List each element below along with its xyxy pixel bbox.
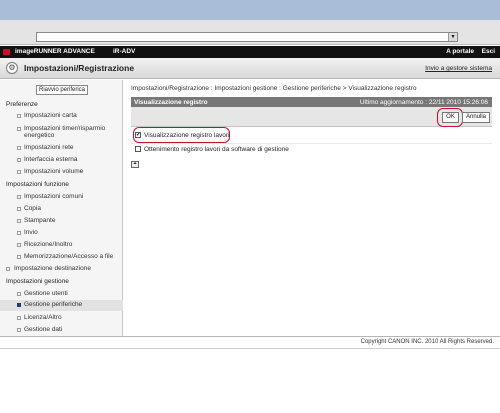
address-bar[interactable]: ▼ [36,32,458,42]
main-content: Impostazioni/Registrazione : Impostazion… [124,80,500,336]
breadcrumb: Impostazioni/Registrazione : Impostazion… [131,85,417,92]
bullet-icon [17,127,21,131]
bullet-icon [17,243,21,247]
send-to-admin-link[interactable]: Invio a gestore sistema [425,65,492,72]
panel-action-bar: OK Annulla [131,107,492,127]
sidebar-item-copy[interactable]: Copia [0,205,123,214]
bullet-icon [17,316,21,320]
option-row-job-log: ✔ Visualizzazione registro lavori [131,127,492,143]
back-to-top-icon[interactable]: ⏶ [131,161,139,168]
sidebar-item-common[interactable]: Impostazioni comuni [0,193,123,202]
address-dropdown-icon[interactable]: ▼ [448,33,457,41]
sidebar-heading-management: Impostazioni gestione [6,278,69,285]
bullet-icon [6,267,10,271]
panel-header: Visualizzazione registro Ultimo aggiorna… [131,97,492,107]
management-software-label: Ottenimento registro lavori da software … [144,145,289,153]
sidebar-item-destination[interactable]: Impostazione destinazione [0,265,123,274]
sidebar-item-data-management[interactable]: Gestione dati [0,326,123,335]
sidebar-item-external-interface[interactable]: Interfaccia esterna [0,156,123,165]
bullet-icon [17,170,21,174]
sidebar-item-timer-settings-cont[interactable]: energetico [0,132,123,141]
cancel-button[interactable]: Annulla [462,112,490,123]
sidebar-item-license[interactable]: Licenza/Altro [0,314,123,323]
bullet-icon [17,219,21,223]
app-header-bar: imageRUNNER ADVANCE iR-ADV A portale Esc… [0,46,500,58]
ok-button[interactable]: OK [442,112,459,123]
sidebar-item-volume[interactable]: Impostazioni volume [0,168,123,177]
job-log-label: Visualizzazione registro lavori [144,131,230,139]
sidebar-item-printer[interactable]: Stampante [0,217,123,226]
bullet-icon [17,195,21,199]
sidebar-item-user-management[interactable]: Gestione utenti [0,290,123,299]
footer: Copyright CANON INC. 2010 All Rights Res… [0,336,500,348]
bullet-icon [17,292,21,296]
bullet-icon [17,255,21,259]
copyright-text: Copyright CANON INC. 2010 All Rights Res… [360,339,494,345]
bullet-icon [17,207,21,211]
sidebar-heading-preferences: Preferenze [6,101,38,108]
bullet-icon [17,114,21,118]
sidebar-item-paper-settings[interactable]: Impostazioni carta [0,112,123,121]
management-software-checkbox[interactable] [135,146,141,152]
bullet-icon [17,303,21,307]
bullet-icon [17,231,21,235]
sidebar-heading-functions: Impostazioni funzione [6,181,69,188]
canon-logo-icon [3,49,10,55]
browser-title-area [0,0,500,20]
blank-area [0,348,500,413]
bullet-icon [17,158,21,162]
sidebar-item-store-access[interactable]: Memorizzazione/Accesso a file [0,253,123,262]
last-updated: Ultimo aggiornamento : 22/11 2010 15:26:… [359,98,488,106]
restart-device-button[interactable]: Riavvio periferica [36,85,88,95]
bullet-icon [17,328,21,332]
sidebar-item-receive-forward[interactable]: Ricezione/Inoltro [0,241,123,250]
sidebar-item-device-management[interactable]: Gestione periferiche [0,300,123,311]
panel-title: Visualizzazione registro [134,98,208,106]
sidebar: Riavvio periferica Preferenze Impostazio… [0,80,123,336]
page-title-bar: ⚙ Impostazioni/Registrazione Invio a ges… [0,58,500,79]
sidebar-item-send[interactable]: Invio [0,229,123,238]
to-portal-link[interactable]: A portale [446,48,474,55]
settings-icon: ⚙ [6,62,18,74]
bullet-icon [17,146,21,150]
model-name: iR-ADV [113,48,136,55]
page-title: Impostazioni/Registrazione [24,63,135,73]
browser-toolbar: ▼ [0,20,500,45]
sidebar-item-network[interactable]: Impostazioni rete [0,144,123,153]
product-name: imageRUNNER ADVANCE [15,48,95,55]
job-log-checkbox[interactable]: ✔ [135,132,141,138]
option-row-management-software: Ottenimento registro lavori da software … [131,143,492,154]
logout-link[interactable]: Esci [482,48,495,55]
